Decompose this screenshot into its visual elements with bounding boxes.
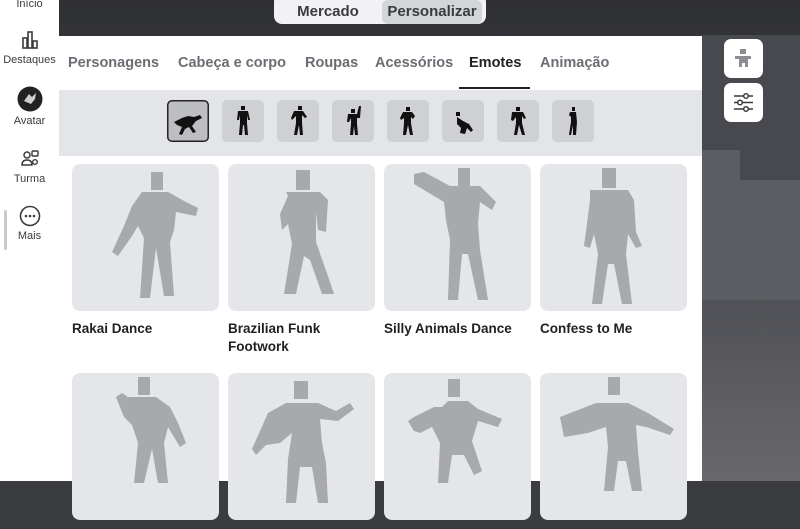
emote-card[interactable] — [540, 373, 687, 529]
avatar-preview-icon — [735, 49, 751, 67]
emote-thumbnail — [72, 373, 219, 520]
nav-active-indicator — [4, 210, 7, 250]
tab-animation[interactable]: Animação — [540, 55, 609, 71]
tab-characters[interactable]: Personagens — [68, 55, 159, 71]
emote-card[interactable] — [384, 373, 531, 529]
filter-settings-button[interactable] — [724, 83, 763, 122]
nav-more[interactable]: Mais — [0, 205, 59, 242]
nav-home-label: Início — [16, 0, 43, 10]
emote-name: Rakai Dance — [72, 321, 153, 336]
nav-avatar[interactable]: Avatar — [0, 86, 59, 127]
pose-side-icon — [569, 107, 577, 135]
emote-slot-1[interactable] — [167, 100, 209, 142]
pose-flex-icon — [511, 107, 526, 135]
emote-slot-6[interactable] — [442, 100, 484, 142]
emote-card[interactable]: Rakai Dance — [72, 164, 219, 338]
left-navigation: Início Destaques Avatar Turma Mais — [0, 0, 59, 481]
nav-charts[interactable]: Destaques — [0, 29, 59, 66]
emote-slot-bar — [59, 90, 702, 156]
emote-slot-2[interactable] — [222, 100, 264, 142]
emote-name: Brazilian Funk Footwork — [228, 321, 321, 354]
emote-thumbnail — [228, 164, 375, 311]
emote-slot-7[interactable] — [497, 100, 539, 142]
avatar-preview-button[interactable] — [724, 39, 763, 78]
pose-lean-icon — [291, 106, 307, 135]
tab-head-body[interactable]: Cabeça e corpo — [178, 55, 286, 71]
friends-icon — [20, 150, 39, 166]
emote-name: Silly Animals Dance — [384, 321, 512, 336]
nav-friends-label: Turma — [13, 173, 46, 185]
nav-more-label: Mais — [17, 230, 42, 242]
emote-slot-4[interactable] — [332, 100, 374, 142]
mode-toggle: Mercado Personalizar — [274, 0, 486, 24]
more-icon — [19, 205, 40, 227]
sliders-icon — [734, 92, 753, 113]
toggle-customize[interactable]: Personalizar — [382, 0, 482, 24]
pose-standing-icon — [237, 106, 250, 135]
emote-thumbnail — [540, 373, 687, 520]
emote-thumbnail — [72, 164, 219, 311]
tab-emotes[interactable]: Emotes — [469, 55, 521, 71]
pose-arm-up-icon — [347, 106, 361, 135]
tab-clothing[interactable]: Roupas — [305, 55, 358, 71]
emote-card[interactable]: Confess to Me — [540, 164, 687, 338]
avatar-icon — [17, 86, 42, 112]
emote-slot-3[interactable] — [277, 100, 319, 142]
emote-name: Confess to Me — [540, 321, 633, 336]
pose-lying-icon — [174, 115, 202, 135]
emote-thumbnail — [228, 373, 375, 520]
toggle-marketplace[interactable]: Mercado — [278, 0, 378, 24]
category-tabs: Personagens Cabeça e corpo Roupas Acessó… — [59, 36, 702, 90]
emote-slot-8[interactable] — [552, 100, 594, 142]
customize-panel: Personagens Cabeça e corpo Roupas Acessó… — [59, 36, 702, 520]
emote-card[interactable] — [228, 373, 375, 529]
emote-thumbnail — [384, 164, 531, 311]
charts-icon — [21, 31, 38, 49]
nav-friends[interactable]: Turma — [0, 148, 59, 185]
emote-card[interactable] — [72, 373, 219, 529]
emote-card[interactable]: Silly Animals Dance — [384, 164, 531, 338]
tab-accessories[interactable]: Acessórios — [375, 55, 453, 71]
emote-thumbnail — [540, 164, 687, 311]
nav-avatar-label: Avatar — [13, 115, 46, 127]
emote-slot-5[interactable] — [387, 100, 429, 142]
active-tab-underline — [459, 87, 530, 89]
nav-charts-label: Destaques — [3, 54, 56, 66]
emote-card[interactable]: Brazilian Funk Footwork — [228, 164, 375, 356]
pose-fist-icon — [400, 107, 415, 135]
nav-home[interactable]: Início — [0, 0, 59, 10]
emote-thumbnail — [384, 373, 531, 520]
pose-crouch-icon — [456, 112, 473, 134]
